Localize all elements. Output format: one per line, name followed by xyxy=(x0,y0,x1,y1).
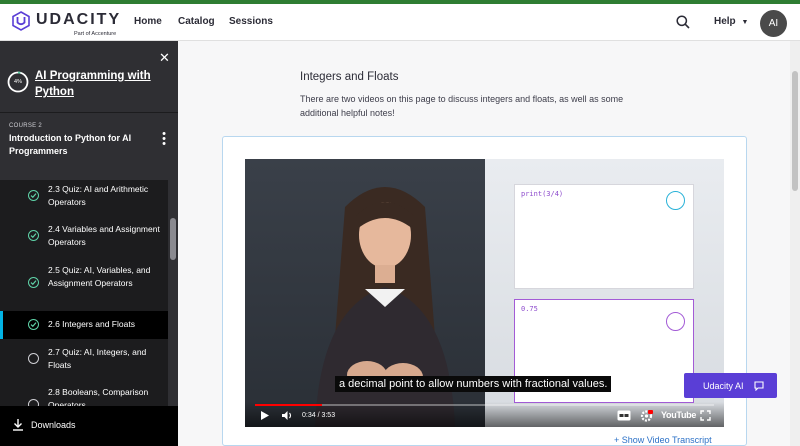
page-scrollbar[interactable] xyxy=(790,41,800,446)
check-circle-icon xyxy=(28,230,39,241)
download-icon xyxy=(13,419,23,431)
downloads-label: Downloads xyxy=(31,420,76,430)
udacity-logo-icon xyxy=(12,11,30,31)
video-progress-track[interactable] xyxy=(255,404,714,406)
lesson-label: 2.5 Quiz: AI, Variables, and Assignment … xyxy=(48,265,151,288)
empty-circle-icon xyxy=(28,353,39,364)
lesson-list: 2.3 Quiz: AI and Arithmetic Operators 2.… xyxy=(0,180,168,406)
progress-percent: 4% xyxy=(14,79,22,85)
caret-down-icon: ▼ xyxy=(741,19,749,26)
lesson-label: 2.7 Quiz: AI, Integers, and Floats xyxy=(48,347,147,370)
code-input-panel: print(3/4) xyxy=(514,184,694,289)
search-button[interactable] xyxy=(676,15,690,34)
fullscreen-icon[interactable] xyxy=(700,410,711,421)
page-title: Integers and Floats xyxy=(300,71,399,83)
program-header: 4% AI Programming with Python ✕ xyxy=(0,41,178,112)
empty-circle-icon xyxy=(28,399,39,406)
download-output-icon xyxy=(666,312,685,331)
top-navbar: UDACITY Part of Accenture Home Catalog S… xyxy=(0,4,800,41)
video-progress-fill xyxy=(255,404,322,406)
captions-icon[interactable] xyxy=(617,410,631,421)
settings-gear-icon[interactable] xyxy=(640,410,653,422)
course-header: COURSE 2 Introduction to Python for AI P… xyxy=(0,112,178,180)
udacity-ai-label: Udacity AI xyxy=(703,381,744,391)
volume-icon[interactable] xyxy=(281,410,293,421)
lesson-label: 2.3 Quiz: AI and Arithmetic Operators xyxy=(48,184,149,207)
close-sidebar-icon[interactable]: ✕ xyxy=(159,50,170,66)
check-circle-icon xyxy=(28,190,39,201)
lesson-item[interactable]: 2.4 Variables and Assignment Operators xyxy=(0,220,168,260)
page-scroll-thumb[interactable] xyxy=(792,71,798,191)
play-icon[interactable] xyxy=(259,410,270,421)
lesson-label: 2.6 Integers and Floats xyxy=(48,319,135,329)
nav-catalog[interactable]: Catalog xyxy=(178,16,215,27)
lesson-item-active[interactable]: 2.6 Integers and Floats xyxy=(0,311,168,339)
show-transcript-link[interactable]: + Show Video Transcript xyxy=(614,435,712,445)
video-caption: a decimal point to allow numbers with fr… xyxy=(335,376,612,392)
nav-home[interactable]: Home xyxy=(134,16,162,27)
course-title: Introduction to Python for AI Programmer… xyxy=(9,133,132,156)
page-description: There are two videos on this page to dis… xyxy=(300,94,624,118)
youtube-logo[interactable]: YouTube xyxy=(661,410,696,420)
sidebar-scrollbar[interactable] xyxy=(168,180,178,406)
more-options-icon[interactable]: • • • xyxy=(160,129,168,150)
lesson-sidebar: 4% AI Programming with Python ✕ COURSE 2… xyxy=(0,41,178,446)
brand-tagline: Part of Accenture xyxy=(74,31,117,37)
help-menu[interactable]: Help ▼ xyxy=(714,16,748,27)
chat-icon xyxy=(754,381,764,391)
check-circle-icon xyxy=(28,319,39,330)
help-label: Help xyxy=(714,16,736,27)
code-input-text: print(3/4) xyxy=(521,190,564,198)
lesson-item[interactable]: 2.7 Quiz: AI, Integers, and Floats xyxy=(0,345,168,381)
user-avatar[interactable]: AI xyxy=(760,10,787,37)
downloads-button[interactable]: Downloads xyxy=(0,406,178,446)
brand-name: UDACITY xyxy=(36,11,122,28)
sidebar-scroll-thumb[interactable] xyxy=(170,218,176,260)
code-output-text: 0.75 xyxy=(521,305,538,313)
lesson-item[interactable]: 2.8 Booleans, Comparison Operators xyxy=(0,384,168,406)
lesson-item[interactable]: 2.3 Quiz: AI and Arithmetic Operators xyxy=(0,180,168,220)
check-circle-icon xyxy=(28,277,39,288)
upload-icon xyxy=(666,191,685,210)
nav-sessions[interactable]: Sessions xyxy=(229,16,273,27)
course-label: COURSE 2 xyxy=(9,123,43,129)
udacity-ai-button[interactable]: Udacity AI xyxy=(684,373,777,398)
video-time: 0:34 / 3:53 xyxy=(302,412,336,419)
lesson-item[interactable]: 2.5 Quiz: AI, Variables, and Assignment … xyxy=(0,260,168,306)
lesson-label: 2.4 Variables and Assignment Operators xyxy=(48,224,160,247)
lesson-label: 2.8 Booleans, Comparison Operators xyxy=(48,387,149,406)
program-title-link[interactable]: AI Programming with Python xyxy=(35,68,170,100)
search-icon xyxy=(676,15,690,29)
